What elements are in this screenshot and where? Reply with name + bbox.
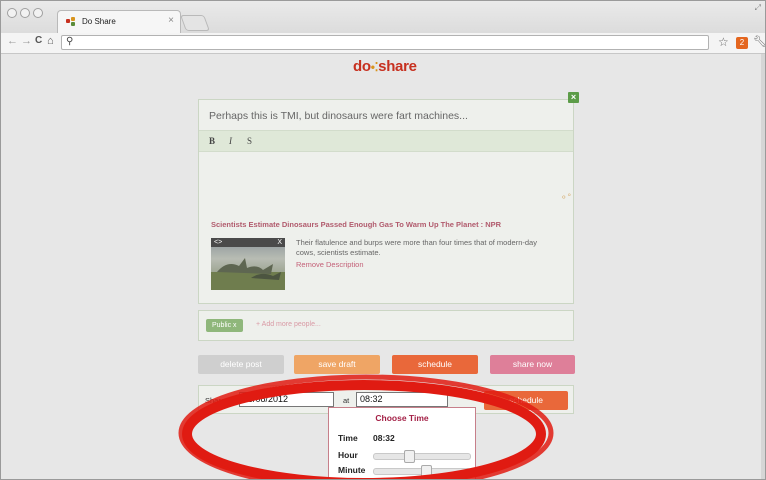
do-share-favicon-icon	[66, 17, 78, 26]
window-controls	[7, 8, 43, 18]
forward-icon[interactable]: →	[21, 35, 32, 47]
minute-label: Minute	[338, 465, 366, 475]
hour-slider-handle[interactable]	[404, 450, 415, 463]
logo-share: share	[378, 58, 417, 75]
link-description: Their flatulence and burps were more tha…	[296, 238, 537, 257]
search-icon: ⚲	[66, 36, 74, 47]
public-tag[interactable]: Public x	[206, 319, 243, 332]
hour-slider[interactable]	[373, 450, 471, 463]
close-window-button[interactable]	[7, 8, 17, 18]
tab-strip: Do Share × ⤢	[1, 1, 765, 33]
close-composer-icon[interactable]: ×	[568, 92, 579, 103]
dinosaur-image	[211, 258, 285, 290]
home-icon[interactable]: ⌂	[47, 35, 54, 47]
delete-post-button[interactable]: delete post	[198, 355, 284, 374]
wrench-menu-icon[interactable]: 🔧︎	[753, 35, 765, 48]
italic-button[interactable]: I	[229, 136, 232, 146]
address-bar[interactable]: ⚲	[61, 35, 709, 50]
link-thumbnail: <> X	[211, 238, 285, 290]
back-icon[interactable]: ←	[7, 35, 18, 47]
link-preview-title[interactable]: Scientists Estimate Dinosaurs Passed Eno…	[211, 220, 501, 229]
schedule-top-button[interactable]: schedule	[392, 355, 478, 374]
zoom-window-button[interactable]	[33, 8, 43, 18]
time-picker-title: Choose Time	[375, 413, 429, 423]
logo-do: do	[353, 58, 371, 75]
browser-window: Do Share × ⤢ ← → C ⌂ ⚲ ☆ 2 🔧︎ do•⁚share …	[0, 0, 766, 480]
save-draft-button[interactable]: save draft	[294, 355, 380, 374]
post-composer: Perhaps this is TMI, but dinosaurs were …	[198, 99, 574, 304]
resize-grip-icon[interactable]: ⚬°	[560, 192, 571, 203]
tab-close-icon[interactable]: ×	[168, 15, 174, 26]
bookmark-star-icon[interactable]: ☆	[718, 35, 729, 49]
tab-title: Do Share	[82, 17, 116, 26]
page-content: do•⁚share Perhaps this is TMI, but dinos…	[1, 54, 765, 479]
at-label: at	[343, 396, 350, 405]
reload-icon[interactable]: C	[35, 35, 42, 46]
browser-toolbar: ← → C ⌂ ⚲ ☆ 2 🔧︎	[1, 33, 765, 54]
schedule-button[interactable]: schedule	[484, 391, 568, 410]
tab-do-share[interactable]: Do Share ×	[57, 10, 181, 33]
fullscreen-icon[interactable]: ⤢	[755, 3, 761, 13]
time-value: 08:32	[373, 433, 395, 443]
share-on-label: Share on	[205, 396, 236, 405]
time-picker-popup: Choose Time Time 08:32 Hour Minute	[328, 407, 476, 479]
format-toolbar: B I S	[199, 130, 573, 152]
minimize-window-button[interactable]	[20, 8, 30, 18]
minute-slider[interactable]	[373, 465, 471, 478]
extension-badge-icon[interactable]: 2	[736, 37, 748, 49]
bold-button[interactable]: B	[209, 136, 215, 146]
add-people-input[interactable]: + Add more people...	[256, 321, 321, 328]
audience-field[interactable]: Public x + Add more people...	[198, 310, 574, 341]
share-now-button[interactable]: share now	[490, 355, 575, 374]
minute-slider-handle[interactable]	[421, 465, 432, 478]
remove-description-link[interactable]: Remove Description	[296, 260, 364, 269]
date-input[interactable]: 05/08/2012	[239, 392, 334, 407]
do-share-logo: do•⁚share	[353, 58, 417, 75]
hour-label: Hour	[338, 450, 358, 460]
post-message-input[interactable]: Perhaps this is TMI, but dinosaurs were …	[209, 110, 468, 122]
strike-button[interactable]: S	[247, 136, 252, 146]
new-tab-button[interactable]	[180, 15, 210, 31]
time-input[interactable]: 08:32	[356, 392, 448, 407]
time-label: Time	[338, 433, 358, 443]
scrollbar[interactable]	[761, 54, 765, 479]
